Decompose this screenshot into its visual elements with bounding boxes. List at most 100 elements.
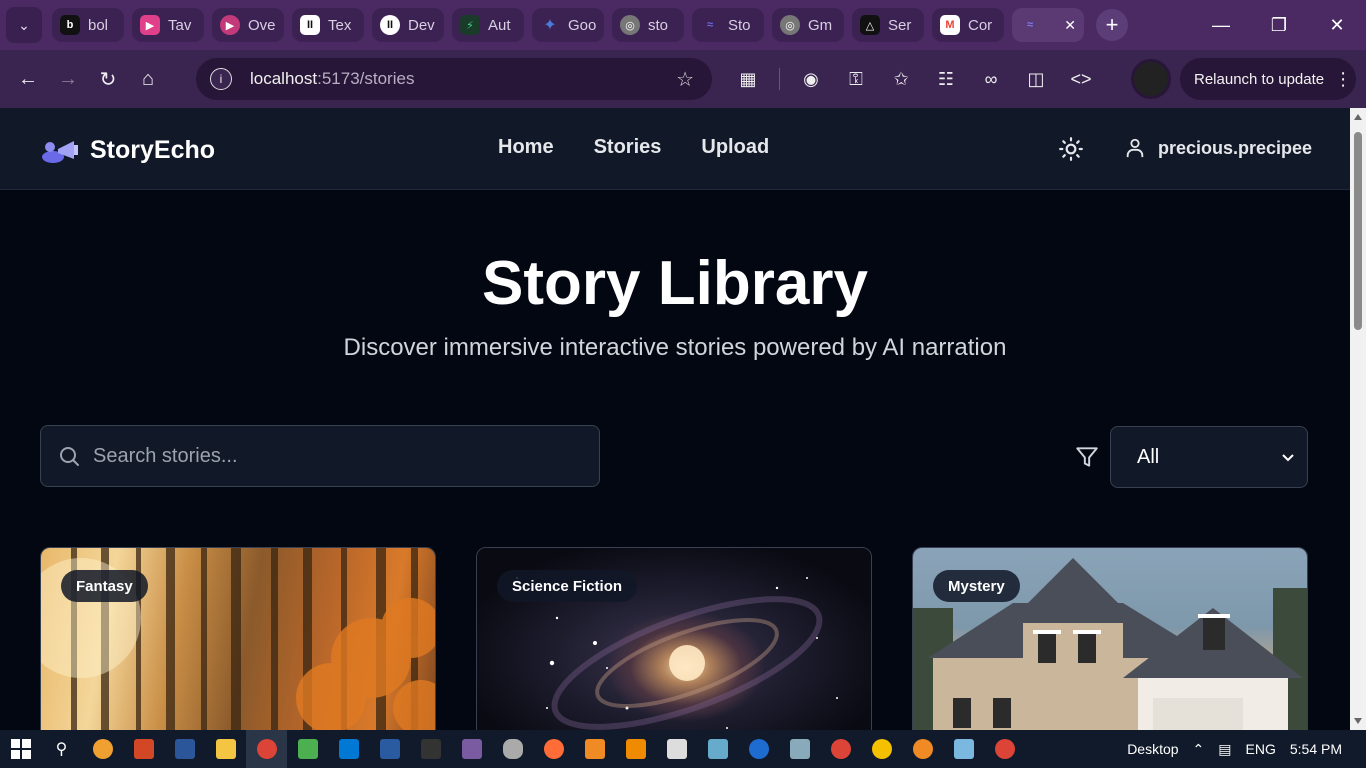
notes-app-icon[interactable] [697, 730, 738, 768]
word-icon[interactable] [164, 730, 205, 768]
network-app-icon[interactable] [574, 730, 615, 768]
minimize-icon[interactable]: — [1192, 0, 1250, 50]
tab-title: Gm [808, 16, 833, 34]
close-tab-icon[interactable]: ✕ [1064, 17, 1076, 34]
main-nav: Home Stories Upload [498, 136, 769, 159]
genre-badge: Mystery [933, 570, 1020, 602]
restore-icon[interactable]: ❐ [1250, 0, 1308, 50]
story-card[interactable]: Science Fiction [476, 547, 872, 730]
browser-tab[interactable]: II Dev [372, 8, 444, 42]
extensions-puzzle-icon[interactable]: ▦ [728, 59, 768, 99]
password-key-icon[interactable]: ⚿ [836, 59, 876, 99]
notification-icon[interactable]: ▤ [1218, 741, 1231, 758]
favorites-icon[interactable]: ✩ [881, 59, 921, 99]
favicon-icon: ◎ [780, 15, 800, 35]
fl-studio-icon[interactable] [902, 730, 943, 768]
browser-tab[interactable]: △ Ser [852, 8, 924, 42]
windows-start-icon[interactable] [0, 730, 41, 768]
user-menu[interactable]: precious.precipee [1124, 136, 1312, 160]
powershell-icon[interactable] [369, 730, 410, 768]
story-card[interactable]: Fantasy [40, 547, 436, 730]
link-icon[interactable]: ∞ [971, 59, 1011, 99]
windows-taskbar: ⚲ Desktop ⌃ ▤ ENG 5:54 PM [0, 730, 1366, 768]
vscode-icon[interactable] [328, 730, 369, 768]
file-explorer-icon[interactable] [205, 730, 246, 768]
chrome-icon[interactable] [820, 730, 861, 768]
postman-icon[interactable] [533, 730, 574, 768]
tab-search-button[interactable]: ⌄ [6, 7, 42, 43]
browser-tab[interactable]: M Cor [932, 8, 1004, 42]
terminal-icon[interactable] [410, 730, 451, 768]
browser-tab[interactable]: ≈ Sto [692, 8, 764, 42]
spreadsheet-icon[interactable] [287, 730, 328, 768]
relaunch-button[interactable]: Relaunch to update ⋮ [1180, 58, 1356, 100]
home-icon[interactable]: ⌂ [128, 59, 168, 99]
browser-tab[interactable]: II Tex [292, 8, 364, 42]
page-viewport: StoryEcho Home Stories Upload precious.p… [0, 108, 1350, 730]
search-input[interactable] [93, 444, 573, 468]
desktop-toolbar-label[interactable]: Desktop [1127, 741, 1178, 757]
calculator-icon[interactable] [656, 730, 697, 768]
chevron-up-icon[interactable]: ⌃ [1193, 741, 1205, 758]
browser-tab[interactable]: ◎ Gm [772, 8, 844, 42]
url-text[interactable]: localhost:5173/stories [250, 69, 414, 89]
nav-home[interactable]: Home [498, 136, 554, 159]
warning-app-icon[interactable] [861, 730, 902, 768]
url-path: :5173/stories [317, 69, 415, 88]
vlc-icon[interactable] [615, 730, 656, 768]
storyecho-favicon-icon: ≈ [1026, 19, 1034, 31]
brand-link[interactable]: StoryEcho [40, 136, 215, 165]
genre-select-value: All [1137, 445, 1160, 468]
powerpoint-icon[interactable] [123, 730, 164, 768]
nav-stories[interactable]: Stories [594, 136, 662, 159]
tab-title: Ove [248, 16, 276, 34]
chrome-icon[interactable] [984, 730, 1025, 768]
language-indicator[interactable]: ENG [1246, 741, 1276, 757]
address-bar[interactable]: i localhost:5173/stories ☆ [196, 58, 712, 100]
search-box[interactable] [40, 425, 600, 487]
tab-title: Sto [728, 16, 751, 34]
incognito-icon[interactable]: ◉ [791, 59, 831, 99]
browser-tab[interactable]: ⚡ Aut [452, 8, 524, 42]
browser-tab[interactable]: ✦ Goo [532, 8, 604, 42]
devtools-code-icon[interactable]: <> [1061, 59, 1101, 99]
story-card[interactable]: Mystery [912, 547, 1308, 730]
window-controls: — ❐ ✕ [1192, 0, 1366, 50]
side-panel-icon[interactable]: ◫ [1016, 59, 1056, 99]
browser-tab[interactable]: ◎ sto [612, 8, 684, 42]
more-menu-icon[interactable]: ⋮ [1334, 69, 1352, 90]
profile-avatar[interactable] [1131, 59, 1171, 99]
browser-tab[interactable]: ▶ Tav [132, 8, 204, 42]
megaphone-logo-icon [42, 140, 78, 163]
tab-title: Dev [408, 16, 435, 34]
t-app-icon[interactable] [738, 730, 779, 768]
scroll-up-icon[interactable] [1354, 114, 1362, 120]
search-taskbar-icon[interactable]: ⚲ [41, 730, 82, 768]
clock[interactable]: 5:54 PM [1290, 741, 1342, 757]
forward-icon[interactable]: → [48, 59, 88, 99]
chrome-icon[interactable] [246, 730, 287, 768]
genre-select[interactable]: All [1110, 426, 1308, 488]
nav-upload[interactable]: Upload [701, 136, 769, 159]
new-tab-button[interactable]: + [1096, 9, 1128, 41]
site-info-icon[interactable]: i [210, 68, 232, 90]
browser-tab[interactable]: b bol [52, 8, 124, 42]
back-icon[interactable]: ← [8, 59, 48, 99]
sun-theme-icon[interactable] [1058, 136, 1084, 162]
bookmark-star-icon[interactable]: ☆ [676, 67, 694, 92]
close-window-icon[interactable]: ✕ [1308, 0, 1366, 50]
favicon-icon: ▶ [220, 15, 240, 35]
image-viewer-icon[interactable] [779, 730, 820, 768]
page-scrollbar[interactable] [1350, 108, 1366, 730]
scrollbar-thumb[interactable] [1354, 132, 1362, 330]
app-finder-icon[interactable] [82, 730, 123, 768]
tab-title: Cor [968, 16, 993, 34]
scroll-down-icon[interactable] [1354, 718, 1362, 724]
reload-icon[interactable]: ↻ [88, 59, 128, 99]
reading-mode-icon[interactable]: ☷ [926, 59, 966, 99]
browser-tab-active[interactable]: ≈ ✕ [1012, 8, 1084, 42]
notepad-icon[interactable] [943, 730, 984, 768]
database-icon[interactable] [492, 730, 533, 768]
browser-tab[interactable]: ▶ Ove [212, 8, 284, 42]
git-icon[interactable] [451, 730, 492, 768]
